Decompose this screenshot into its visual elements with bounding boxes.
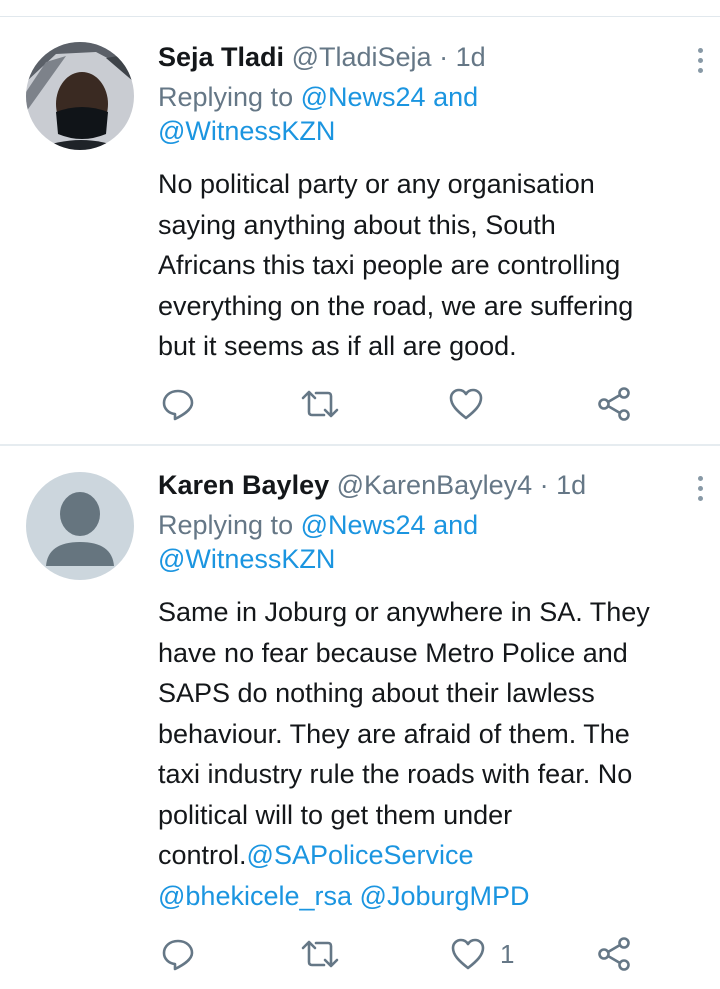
author-name[interactable]: Karen Bayley xyxy=(158,470,329,500)
tweet-text-line: Africans this taxi people are controllin… xyxy=(158,250,621,280)
share-icon xyxy=(598,387,630,421)
avatar-karen-bayley[interactable] xyxy=(26,472,134,580)
tweet-text: No political party or any organisation s… xyxy=(158,164,718,367)
tweet-text-line: @bhekicele_rsa @JoburgMPD xyxy=(158,876,718,917)
replying-and[interactable]: and xyxy=(426,82,478,112)
tweet-text-line: taxi industry rule the roads with fear. … xyxy=(158,759,633,789)
tweet-text-line: have no fear because Metro Police and xyxy=(158,637,628,668)
retweet-icon xyxy=(301,390,339,418)
tweet-time[interactable]: · 1d xyxy=(540,470,587,500)
like-count: 1 xyxy=(500,939,515,969)
like-icon xyxy=(449,388,483,420)
tweet-text-line: everything on the road, we are suffering xyxy=(158,290,634,321)
author-handle[interactable]: @KarenBayley4 xyxy=(337,470,533,500)
author-name[interactable]: Seja Tladi xyxy=(158,42,284,72)
author-handle[interactable]: @TladiSeja xyxy=(292,42,432,72)
mention-bhekicele-rsa[interactable]: @bhekicele_rsa xyxy=(158,881,352,911)
share-button[interactable] xyxy=(596,934,632,974)
tweet-karen-bayley[interactable]: Karen Bayley @KarenBayley4 · 1d Replying… xyxy=(0,468,720,989)
tweet-text-line: No political party or any organisation xyxy=(158,169,595,199)
tweet-text-line: political will to get them under xyxy=(158,799,513,830)
top-divider xyxy=(0,16,720,17)
tweet-header: Karen Bayley @KarenBayley4 · 1d xyxy=(158,468,586,502)
mention-news24[interactable]: @News24 xyxy=(301,510,426,540)
tweet-text-fragment: control. xyxy=(158,840,247,870)
mention-sapoliceservice[interactable]: @SAPoliceService xyxy=(247,840,474,870)
tweet-text-line: Same in Joburg or anywhere in SA. They xyxy=(158,597,650,627)
retweet-button[interactable] xyxy=(300,934,340,974)
tweet-divider xyxy=(0,444,720,446)
reply-button[interactable] xyxy=(160,934,196,974)
tweet-text: Same in Joburg or anywhere in SA. They h… xyxy=(158,592,718,916)
avatar-seja-tladi[interactable] xyxy=(26,42,134,150)
tweet-text-line: behaviour. They are afraid of them. The xyxy=(158,718,630,749)
tweet-text-line: but it seems as if all are good. xyxy=(158,331,517,361)
like-icon xyxy=(451,938,485,970)
tweet-text-line: SAPS do nothing about their lawless xyxy=(158,678,595,708)
retweet-button[interactable] xyxy=(300,384,340,424)
share-icon xyxy=(598,937,630,971)
tweet-actions xyxy=(0,384,720,424)
tweet-text-line: control.@SAPoliceService xyxy=(158,835,718,876)
retweet-icon xyxy=(301,940,339,968)
mention-news24[interactable]: @News24 xyxy=(301,82,426,112)
mention-joburgmpd[interactable]: @JoburgMPD xyxy=(360,881,530,911)
tweet-time[interactable]: · 1d xyxy=(439,42,486,72)
like-button[interactable] xyxy=(448,384,484,424)
reply-button[interactable] xyxy=(160,384,196,424)
more-options-icon[interactable] xyxy=(690,476,710,516)
replying-prefix: Replying to xyxy=(158,82,301,112)
replying-to: Replying to @News24 and @WitnessKZN xyxy=(158,80,478,148)
tweet-text-line: saying anything about this, South xyxy=(158,209,556,240)
tweet-actions: 1 xyxy=(0,934,720,974)
tweet-seja-tladi[interactable]: Seja Tladi @TladiSeja · 1d Replying to @… xyxy=(0,40,720,440)
replying-and[interactable]: and xyxy=(426,510,478,540)
tweet-header: Seja Tladi @TladiSeja · 1d xyxy=(158,40,486,74)
mention-witnesskzn[interactable]: @WitnessKZN xyxy=(158,544,335,574)
share-button[interactable] xyxy=(596,384,632,424)
replying-to: Replying to @News24 and @WitnessKZN xyxy=(158,508,478,576)
replying-prefix: Replying to xyxy=(158,510,301,540)
more-options-icon[interactable] xyxy=(690,48,710,88)
reply-icon xyxy=(162,389,194,421)
mention-witnesskzn[interactable]: @WitnessKZN xyxy=(158,116,335,146)
reply-icon xyxy=(162,939,194,971)
like-button[interactable]: 1 xyxy=(450,934,514,974)
